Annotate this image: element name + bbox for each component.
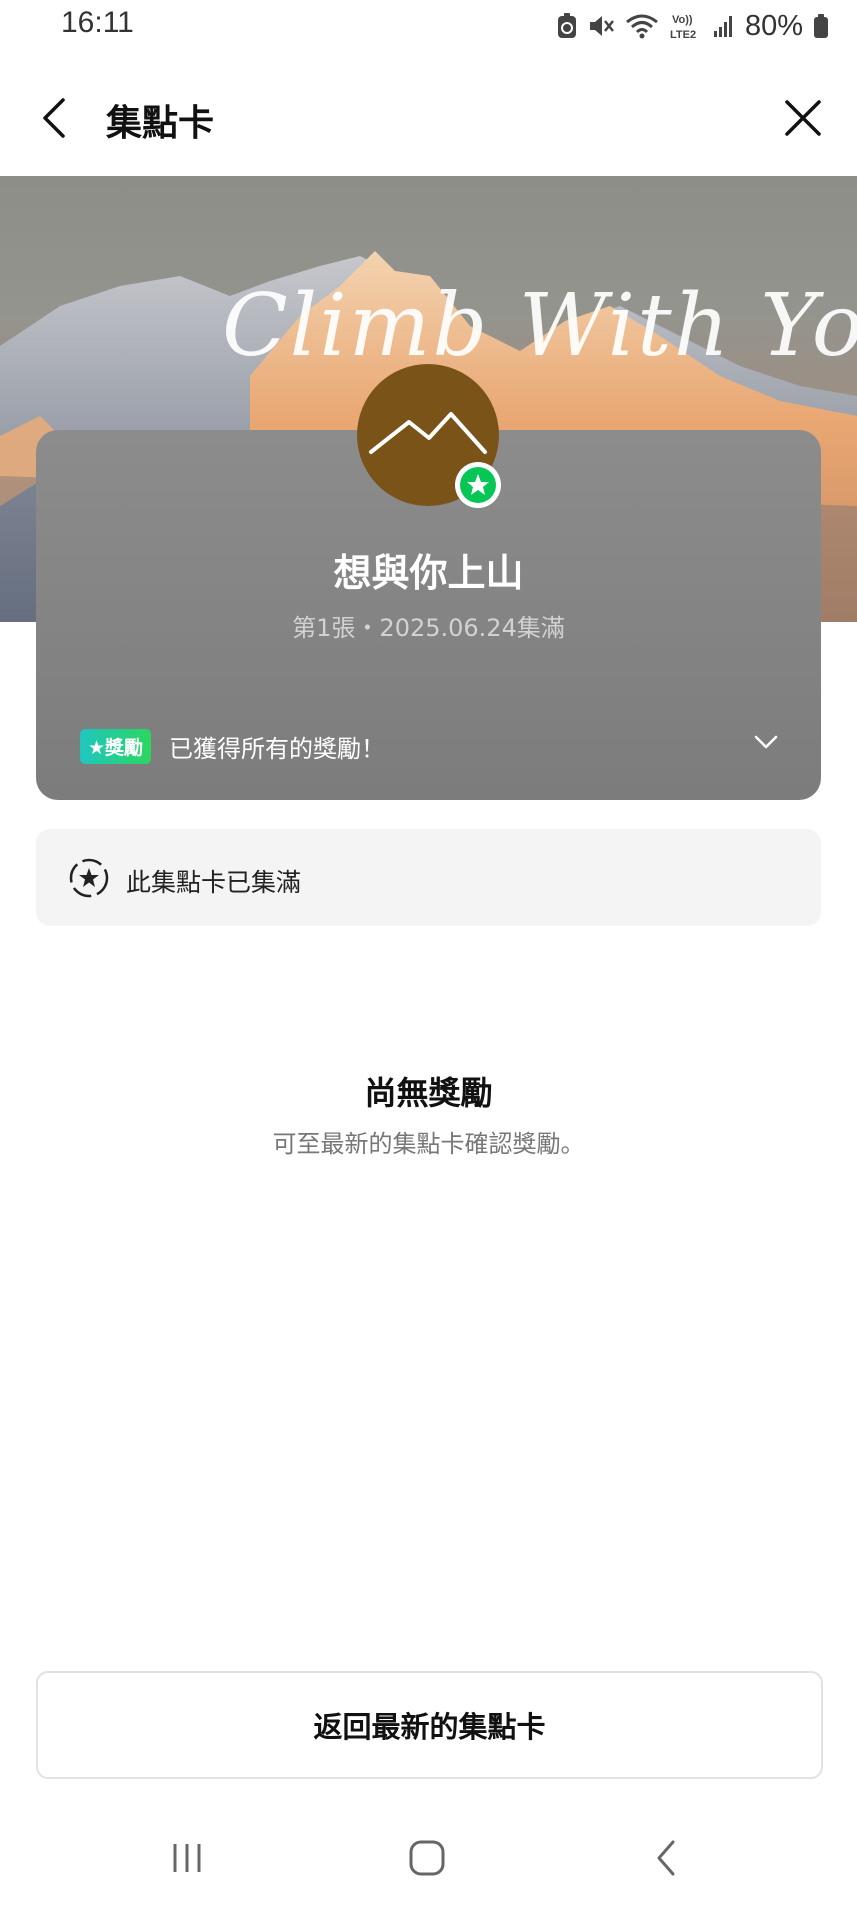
back-icon (657, 1840, 675, 1876)
card-subtitle: 第1張・2025.06.24集滿 (292, 614, 565, 642)
star-badge-icon (460, 467, 496, 503)
close-icon (785, 100, 821, 136)
back-button[interactable] (24, 88, 84, 148)
app-header: 集點卡 (0, 58, 857, 176)
mute-icon (589, 16, 614, 36)
status-icons: Vo)) LTE2 80% (557, 8, 829, 44)
battery-icon (814, 14, 828, 38)
system-nav-bar (0, 1800, 857, 1911)
signal-icon (713, 16, 732, 37)
card-filled-notice: 此集點卡已集滿 (36, 829, 821, 926)
chevron-left-icon (43, 98, 65, 138)
hero-script-text: Climb With You (222, 276, 857, 376)
volte-icon: Vo)) LTE2 (670, 14, 696, 41)
close-button[interactable] (773, 88, 833, 148)
notice-text: 此集點卡已集滿 (126, 868, 302, 897)
chevron-down-icon[interactable] (752, 730, 780, 754)
home-icon (409, 1840, 445, 1876)
verified-badge (455, 462, 501, 508)
stamp-star-icon (69, 858, 109, 898)
page-title: 集點卡 (106, 103, 215, 144)
status-bar: 16:11 Vo)) LTE2 80% (0, 0, 857, 52)
empty-state-description: 可至最新的集點卡確認獎勵。 (272, 1130, 585, 1158)
recent-apps-button[interactable] (147, 1828, 227, 1888)
reward-badge: ★獎勵 (80, 728, 152, 764)
status-time: 16:11 (61, 6, 134, 39)
return-latest-card-button[interactable]: 返回最新的集點卡 (36, 1671, 823, 1779)
empty-state-title: 尚無獎勵 (364, 1074, 493, 1112)
card-name: 想與你上山 (333, 551, 524, 595)
svg-text:LTE2: LTE2 (670, 29, 696, 41)
home-button[interactable] (387, 1828, 467, 1888)
battery-percent: 80% (744, 9, 803, 42)
reward-summary-row[interactable]: ★獎勵 已獲得所有的獎勵！ (80, 726, 780, 766)
wifi-icon (626, 14, 658, 39)
recent-apps-icon (173, 1844, 201, 1872)
battery-saver-icon (557, 13, 576, 38)
system-back-button[interactable] (627, 1828, 707, 1888)
svg-text:Vo)): Vo)) (672, 14, 693, 26)
reward-text: 已獲得所有的獎勵！ (169, 734, 386, 763)
